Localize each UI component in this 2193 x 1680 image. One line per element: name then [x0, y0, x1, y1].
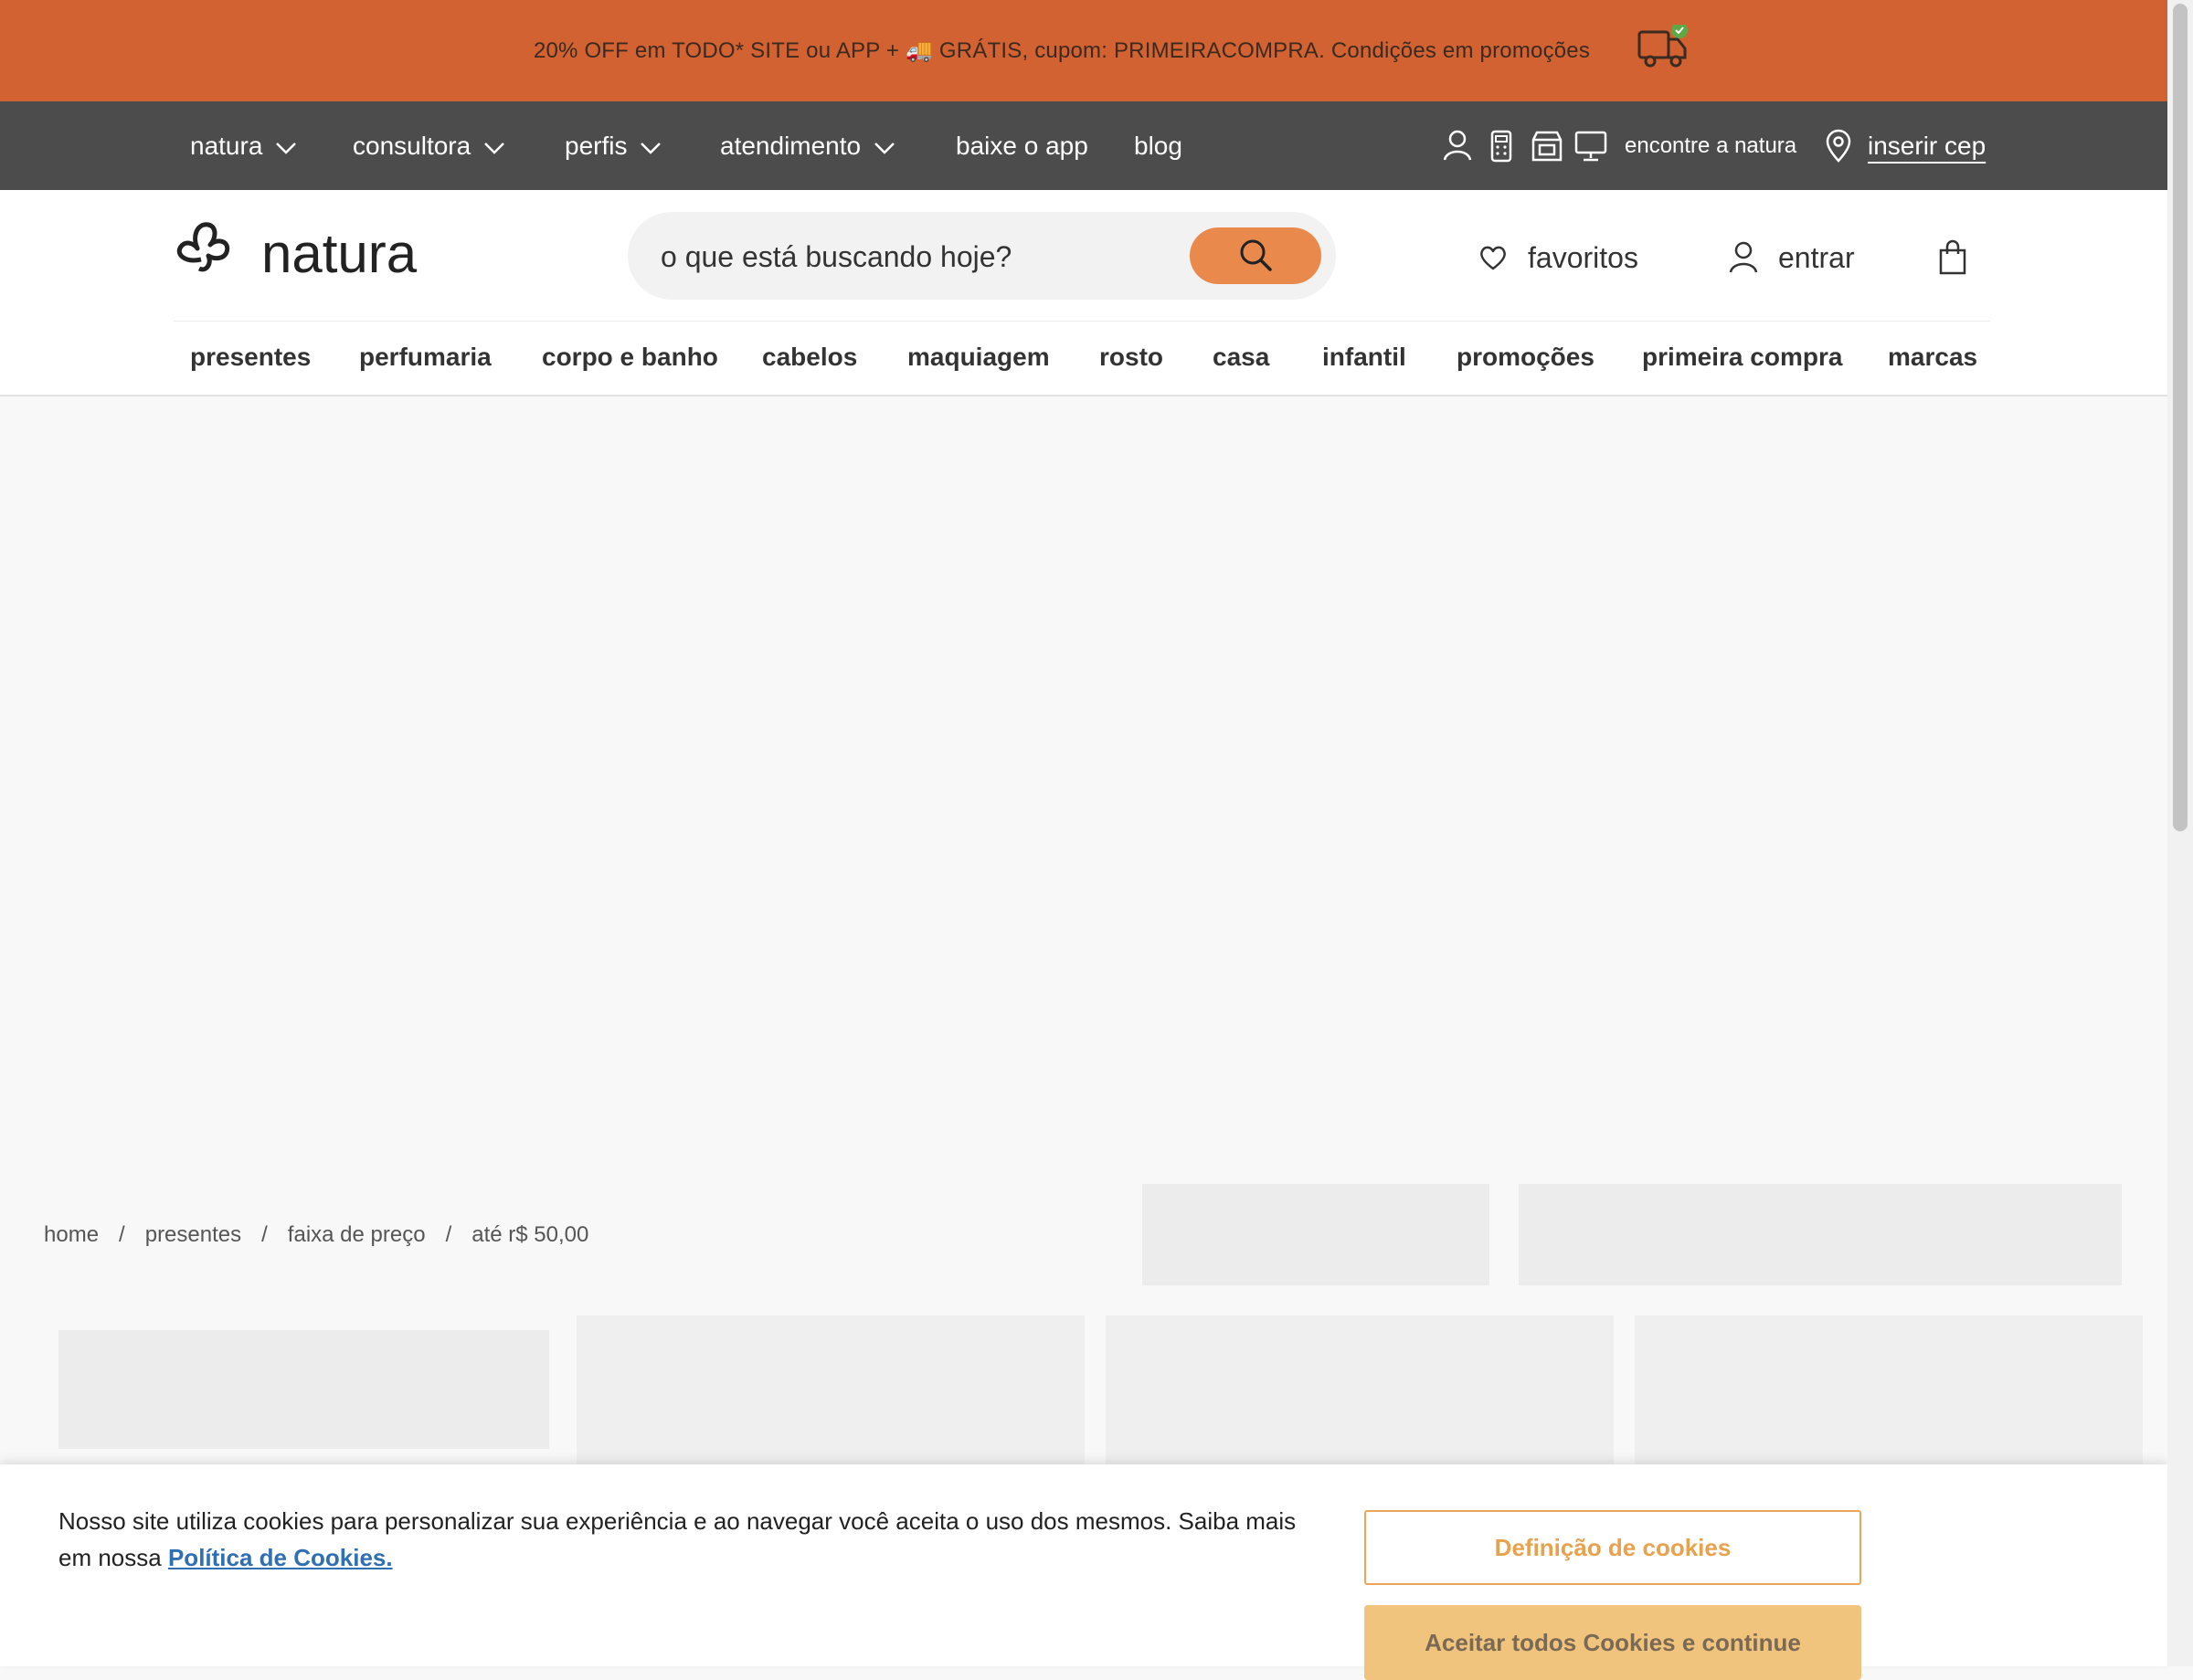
chevron-down-icon	[275, 132, 297, 161]
topnav-atendimento[interactable]: atendimento	[720, 101, 895, 190]
find-natura-label: encontre a natura	[1625, 132, 1797, 158]
category-promocoes[interactable]: promoções	[1457, 322, 1594, 393]
breadcrumb-separator: /	[445, 1222, 452, 1247]
topnav-label: natura	[190, 131, 263, 160]
topnav-blog[interactable]: blog	[1134, 101, 1182, 190]
favorites-link[interactable]: favoritos	[1478, 230, 1638, 285]
cookie-settings-button[interactable]: Definição de cookies	[1364, 1510, 1861, 1585]
chevron-down-icon	[483, 132, 505, 161]
location-pin-icon	[1824, 129, 1853, 164]
category-primeira-compra[interactable]: primeira compra	[1642, 322, 1842, 393]
skeleton-filter	[58, 1330, 549, 1449]
search-button[interactable]	[1190, 227, 1321, 284]
find-natura-group[interactable]: encontre a natura	[1442, 101, 1796, 190]
shopping-bag-icon	[1937, 239, 1988, 276]
calculator-icon	[1486, 129, 1517, 164]
category-casa[interactable]: casa	[1213, 322, 1269, 393]
user-icon	[1729, 241, 1778, 274]
category-perfumaria[interactable]: perfumaria	[359, 322, 492, 393]
login-label: entrar	[1778, 240, 1855, 274]
topnav-baixe-o-app[interactable]: baixe o app	[956, 101, 1088, 190]
topnav-label: atendimento	[720, 131, 862, 160]
login-link[interactable]: entrar	[1729, 230, 1855, 285]
store-icon	[1530, 129, 1563, 164]
category-cabelos[interactable]: cabelos	[762, 322, 857, 393]
breadcrumb-separator: /	[261, 1222, 268, 1247]
search-input[interactable]	[659, 212, 1156, 301]
topnav-label: baixe o app	[956, 131, 1088, 160]
category-infantil[interactable]: infantil	[1322, 322, 1406, 393]
cookie-banner: Nosso site utiliza cookies para personal…	[0, 1464, 2167, 1680]
accept-cookies-button[interactable]: Aceitar todos Cookies e continue	[1364, 1605, 1861, 1680]
delivery-truck-check-icon	[1637, 21, 1689, 70]
main-header: natura favoritos entrar presentes perfum…	[0, 190, 2167, 396]
skeleton-product-card	[577, 1315, 1085, 1489]
skeleton-placeholder	[1142, 1184, 1489, 1285]
topnav-label: blog	[1134, 131, 1182, 160]
cookie-policy-link[interactable]: Política de Cookies.	[168, 1544, 393, 1571]
insert-cep-link[interactable]: inserir cep	[1824, 101, 1986, 190]
breadcrumb-faixa-de-preco[interactable]: faixa de preço	[288, 1222, 426, 1248]
scrollbar-thumb[interactable]	[2173, 4, 2188, 831]
favorites-label: favoritos	[1528, 240, 1638, 274]
logo-wordmark: natura	[261, 223, 418, 281]
skeleton-product-card	[1106, 1315, 1614, 1489]
promo-banner[interactable]: 20% OFF em TODO* SITE ou APP + 🚚 GRÁTIS,…	[0, 0, 2167, 101]
monitor-icon	[1573, 129, 1608, 164]
breadcrumb-home[interactable]: home	[44, 1222, 99, 1248]
chevron-down-icon	[640, 132, 662, 161]
consultant-icon	[1442, 129, 1473, 164]
breadcrumb-presentes[interactable]: presentes	[145, 1222, 241, 1248]
topnav-label: perfis	[565, 131, 628, 160]
category-marcas[interactable]: marcas	[1888, 322, 1977, 393]
category-corpo-e-banho[interactable]: corpo e banho	[542, 322, 718, 393]
top-navigation: natura consultora perfis atendimento bai…	[0, 101, 2167, 190]
natura-logo[interactable]: natura	[174, 217, 457, 284]
chevron-down-icon	[874, 132, 895, 161]
skeleton-placeholder	[1519, 1184, 2122, 1285]
category-rosto[interactable]: rosto	[1099, 322, 1163, 393]
breadcrumb: home / presentes / faixa de preço / até …	[44, 1215, 588, 1255]
promo-text[interactable]: 20% OFF em TODO* SITE ou APP + 🚚 GRÁTIS,…	[534, 37, 1590, 64]
topnav-perfis[interactable]: perfis	[565, 101, 662, 190]
cart-button[interactable]	[1937, 230, 1988, 285]
heart-icon	[1478, 244, 1528, 271]
category-presentes[interactable]: presentes	[190, 322, 311, 393]
search-icon	[1237, 237, 1274, 276]
topnav-consultora[interactable]: consultora	[353, 101, 505, 190]
natura-flower-icon	[176, 222, 230, 272]
breadcrumb-current: até r$ 50,00	[471, 1222, 589, 1247]
cookie-message: Nosso site utiliza cookies para personal…	[58, 1503, 1301, 1576]
topnav-natura[interactable]: natura	[190, 101, 297, 190]
topnav-label: consultora	[353, 131, 471, 160]
skeleton-product-card	[1635, 1315, 2143, 1489]
insert-cep-label: inserir cep	[1868, 131, 1986, 160]
breadcrumb-separator: /	[119, 1222, 125, 1247]
category-maquiagem[interactable]: maquiagem	[907, 322, 1050, 393]
category-menu: presentes perfumaria corpo e banho cabel…	[0, 322, 2167, 393]
search-bar	[628, 212, 1336, 301]
